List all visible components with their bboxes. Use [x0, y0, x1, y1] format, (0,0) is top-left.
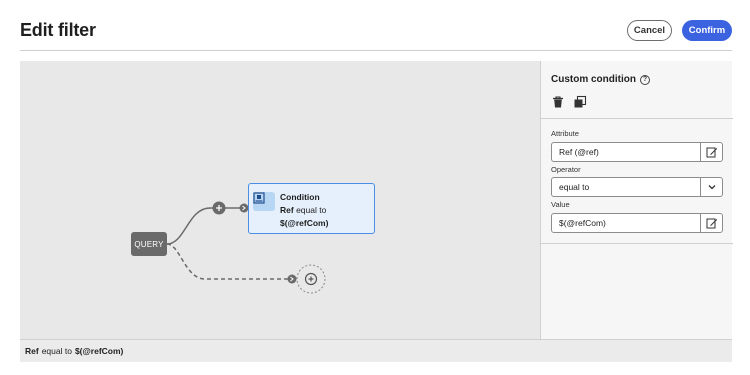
query-node[interactable]: QUERY: [131, 232, 167, 256]
operator-select[interactable]: equal to: [551, 177, 723, 197]
value-value: $(@refCom): [559, 218, 606, 228]
panel-header: Custom condition ?: [551, 74, 650, 85]
properties-panel: Custom condition ? Attribute Ref (@ref) …: [540, 61, 733, 339]
edit-icon: [706, 218, 717, 229]
panel-divider: [541, 243, 733, 244]
confirm-button[interactable]: Confirm: [682, 20, 732, 41]
condition-operator: equal to: [296, 205, 327, 215]
value-field[interactable]: $(@refCom): [551, 213, 723, 233]
delete-icon[interactable]: [551, 95, 565, 109]
solid-connector: [166, 207, 248, 245]
panel-divider: [541, 118, 733, 119]
add-branch-button[interactable]: [296, 264, 326, 294]
panel-title: Custom condition: [551, 74, 636, 85]
chevron-down-icon: [708, 185, 715, 190]
dashed-connector: [166, 243, 296, 280]
header-divider: [20, 50, 732, 51]
connector-arrow-icon: [287, 274, 297, 284]
cancel-button[interactable]: Cancel: [627, 20, 672, 41]
summary-operator: equal to: [41, 346, 72, 356]
copy-icon[interactable]: [573, 95, 587, 109]
condition-text: Condition Ref equal to $(@refCom): [280, 191, 328, 230]
operator-dropdown-button[interactable]: [700, 178, 722, 196]
attribute-label: Attribute: [551, 129, 579, 138]
query-canvas[interactable]: QUERY Condition Ref equal to $(@refCom): [20, 61, 540, 339]
value-label: Value: [551, 200, 570, 209]
condition-value: $(@refCom): [280, 218, 329, 228]
page-title: Edit filter: [20, 20, 96, 40]
add-node-button[interactable]: [212, 201, 226, 215]
help-icon[interactable]: ?: [640, 74, 650, 85]
summary-value: $(@refCom): [74, 346, 124, 356]
filter-summary: Ref equal to $(@refCom): [20, 339, 732, 362]
condition-title: Condition: [280, 192, 320, 202]
condition-node[interactable]: Condition Ref equal to $(@refCom): [248, 183, 375, 234]
condition-attribute: Ref: [280, 205, 294, 215]
condition-icon: [253, 192, 275, 211]
attribute-value: Ref (@ref): [559, 147, 599, 157]
value-edit-button[interactable]: [700, 214, 722, 232]
edit-icon: [706, 147, 717, 158]
operator-label: Operator: [551, 165, 581, 174]
operator-value: equal to: [559, 182, 590, 192]
attribute-field[interactable]: Ref (@ref): [551, 142, 723, 162]
summary-attribute: Ref: [25, 346, 39, 356]
attribute-edit-button[interactable]: [700, 143, 722, 161]
